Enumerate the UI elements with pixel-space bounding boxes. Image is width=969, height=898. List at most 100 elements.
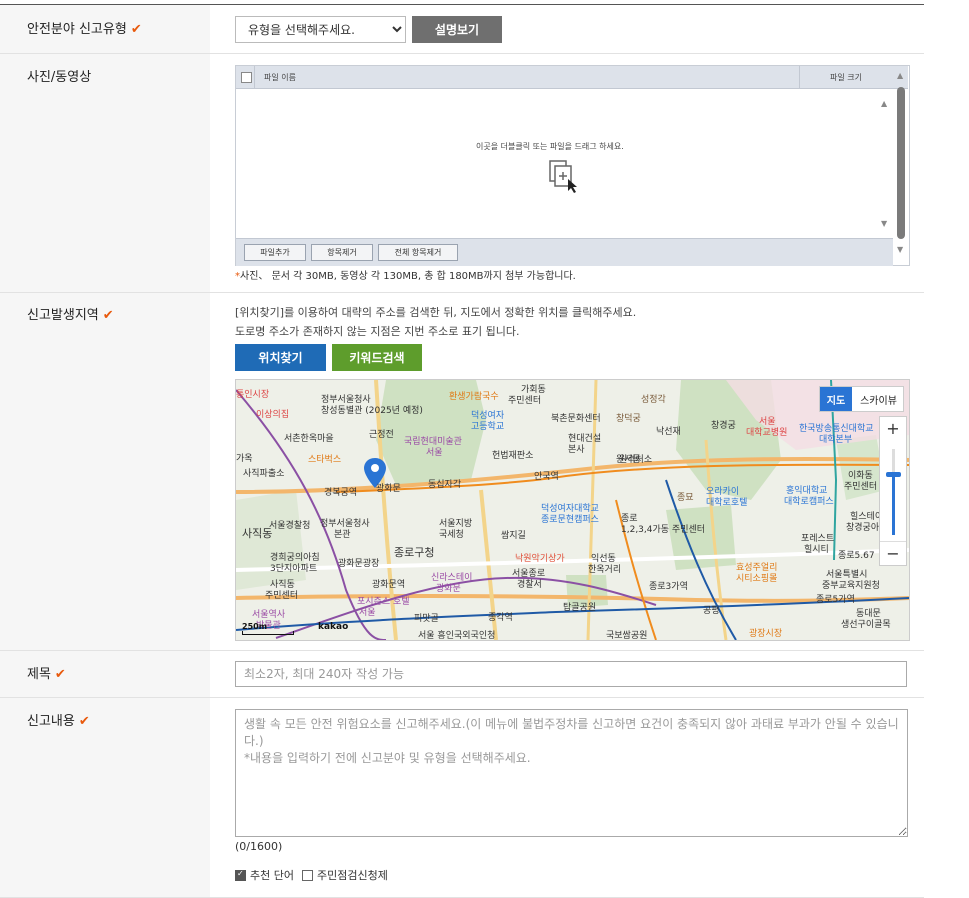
location-desc-1: [위치찾기]를 이용하여 대략의 주소를 검색한 뒤, 지도에서 정확한 위치를… (235, 306, 637, 319)
char-counter: (0/1600) (235, 840, 283, 853)
location-desc-2: 도로명 주소가 존재하지 않는 지점은 지번 주소로 표기 됩니다. (235, 325, 520, 338)
svg-text:동십자각: 동십자각 (428, 478, 461, 490)
svg-text:종로5.67: 종로5.67 (838, 550, 875, 561)
title-label: 제목 (27, 667, 51, 682)
svg-text:종로: 종로 (621, 513, 638, 524)
svg-text:사직동: 사직동 (270, 579, 295, 590)
svg-text:종로문현캠퍼스: 종로문현캠퍼스 (541, 513, 599, 525)
resident-inspection-checkbox[interactable]: 주민점검신청제 (302, 867, 388, 883)
select-all-checkbox[interactable] (241, 72, 252, 83)
svg-text:서울 흥인국외국인청: 서울 흥인국외국인청 (418, 629, 495, 640)
content-label: 신고내용 (27, 714, 75, 729)
svg-text:창덕궁: 창덕궁 (616, 413, 641, 424)
svg-text:사직동: 사직동 (242, 527, 272, 540)
zoom-control: + − (879, 416, 907, 566)
keyword-search-button[interactable]: 키워드검색 (332, 344, 422, 371)
svg-text:광장시장: 광장시장 (749, 627, 782, 639)
svg-text:서촌한옥마을: 서촌한옥마을 (284, 433, 334, 444)
svg-text:경찰서: 경찰서 (517, 578, 542, 590)
map-type-skyview-button[interactable]: 스카이뷰 (854, 387, 903, 411)
svg-text:덕성여자대학교: 덕성여자대학교 (541, 502, 599, 514)
svg-text:종묘: 종묘 (677, 492, 694, 503)
svg-text:덕성여자: 덕성여자 (471, 409, 505, 421)
svg-text:서울지방: 서울지방 (439, 518, 472, 529)
svg-text:대학교병원: 대학교병원 (746, 427, 787, 438)
svg-text:안국역: 안국역 (534, 471, 559, 482)
svg-text:서울역사: 서울역사 (252, 609, 286, 620)
svg-text:경복궁역: 경복궁역 (324, 486, 357, 498)
svg-text:가회동: 가회동 (521, 384, 546, 395)
file-drop-zone[interactable]: 이곳을 더블클릭 또는 파일을 드래그 하세요. ▲ ▼ (236, 89, 893, 238)
map-scale-bar (242, 631, 294, 635)
svg-text:헌법재판소: 헌법재판소 (492, 450, 533, 461)
drop-message: 이곳을 더블클릭 또는 파일을 드래그 하세요. (476, 142, 624, 151)
media-label: 사진/동영상 (27, 70, 92, 85)
svg-text:국세청: 국세청 (439, 529, 464, 540)
title-input[interactable] (235, 661, 907, 687)
svg-text:서울: 서울 (426, 447, 443, 458)
svg-text:한옥거리: 한옥거리 (588, 564, 621, 575)
find-location-button[interactable]: 위치찾기 (235, 344, 326, 371)
col-filesize: 파일 크기 (830, 73, 862, 82)
label-cell: 신고발생지역 ✔ (0, 293, 210, 650)
svg-text:이화동: 이화동 (848, 470, 873, 481)
svg-text:익선동: 익선동 (591, 552, 616, 564)
uploader-scrollbar[interactable]: ▲ ▼ (895, 65, 909, 264)
svg-text:현대건설: 현대건설 (568, 433, 601, 444)
svg-text:동대문: 동대문 (856, 608, 881, 619)
remove-item-button[interactable]: 항목제거 (311, 244, 373, 261)
svg-text:힐시티: 힐시티 (804, 543, 829, 555)
add-file-icon (549, 160, 577, 193)
explain-button[interactable]: 설명보기 (412, 16, 502, 43)
scroll-up-arrow-icon[interactable]: ▲ (881, 99, 887, 108)
recommend-words-checkbox[interactable]: 추천 단어 (235, 867, 294, 883)
svg-text:낙선재: 낙선재 (656, 426, 681, 437)
svg-text:정부서울청사: 정부서울청사 (321, 394, 371, 405)
scroll-down-icon[interactable]: ▼ (897, 245, 903, 254)
location-label: 신고발생지역 (27, 308, 99, 323)
zoom-in-button[interactable]: + (880, 417, 906, 441)
svg-text:피맛골: 피맛골 (414, 613, 439, 624)
svg-text:고등학교: 고등학교 (471, 421, 504, 432)
label-cell: 신고내용 ✔ (0, 698, 210, 897)
label-cell: 안전분야 신고유형 ✔ (0, 5, 210, 53)
checkbox-checked-icon[interactable] (235, 869, 246, 881)
map-canvas[interactable]: 통인시장 정부서울청사 창성동별관 (2025년 예정) 가회동 주민센터 환생… (236, 380, 909, 640)
svg-text:스타벅스: 스타벅스 (308, 454, 341, 465)
scroll-down-arrow-icon[interactable]: ▼ (881, 219, 887, 228)
svg-text:시티소핑몰: 시티소핑몰 (736, 573, 777, 584)
file-uploader: 파일 이름 파일 크기 이곳을 더블클릭 또는 파일을 드래그 하세요. ▲ ▼… (235, 65, 910, 266)
svg-text:광화문: 광화문 (436, 582, 461, 594)
svg-text:홍익대학교: 홍익대학교 (786, 484, 827, 496)
svg-text:창경궁아: 창경궁아 (846, 521, 880, 533)
svg-text:포레스트: 포레스트 (801, 533, 834, 544)
category-label: 안전분야 신고유형 (27, 22, 127, 37)
svg-text:본관: 본관 (334, 529, 351, 540)
file-list-header: 파일 이름 파일 크기 (236, 66, 908, 89)
col-filename: 파일 이름 (264, 73, 296, 82)
add-file-button[interactable]: 파일추가 (244, 244, 306, 261)
svg-text:3단지아파트: 3단지아파트 (270, 563, 317, 574)
svg-text:1,2,3,4가동 주민센터: 1,2,3,4가동 주민센터 (621, 524, 705, 535)
zoom-slider-handle[interactable] (886, 472, 901, 477)
svg-text:통인시장: 통인시장 (236, 389, 269, 400)
checkbox-unchecked-icon[interactable] (302, 869, 313, 881)
required-check-icon: ✔ (54, 667, 66, 682)
svg-text:탑골공원: 탑골공원 (563, 601, 596, 613)
scrollbar-thumb[interactable] (897, 87, 905, 239)
svg-text:대학본부: 대학본부 (819, 434, 852, 445)
map-type-map-button[interactable]: 지도 (820, 387, 852, 411)
scroll-up-icon[interactable]: ▲ (897, 71, 903, 80)
svg-text:주민센터: 주민센터 (844, 481, 877, 492)
svg-text:경희궁의아침: 경희궁의아침 (270, 551, 320, 563)
location-map[interactable]: 통인시장 정부서울청사 창성동별관 (2025년 예정) 가회동 주민센터 환생… (235, 379, 910, 641)
svg-text:오라카이: 오라카이 (706, 486, 739, 497)
svg-text:창성동별관 (2025년 예정): 창성동별관 (2025년 예정) (321, 405, 423, 416)
svg-text:종각역: 종각역 (488, 611, 513, 623)
required-check-icon: ✔ (130, 22, 142, 37)
file-actions-bar: 파일추가 항목제거 전체 항목제거 (236, 238, 893, 266)
report-type-select[interactable]: 유형을 선택해주세요. (235, 16, 406, 43)
remove-all-button[interactable]: 전체 항목제거 (378, 244, 458, 261)
zoom-out-button[interactable]: − (880, 541, 906, 566)
content-textarea[interactable] (235, 709, 908, 837)
